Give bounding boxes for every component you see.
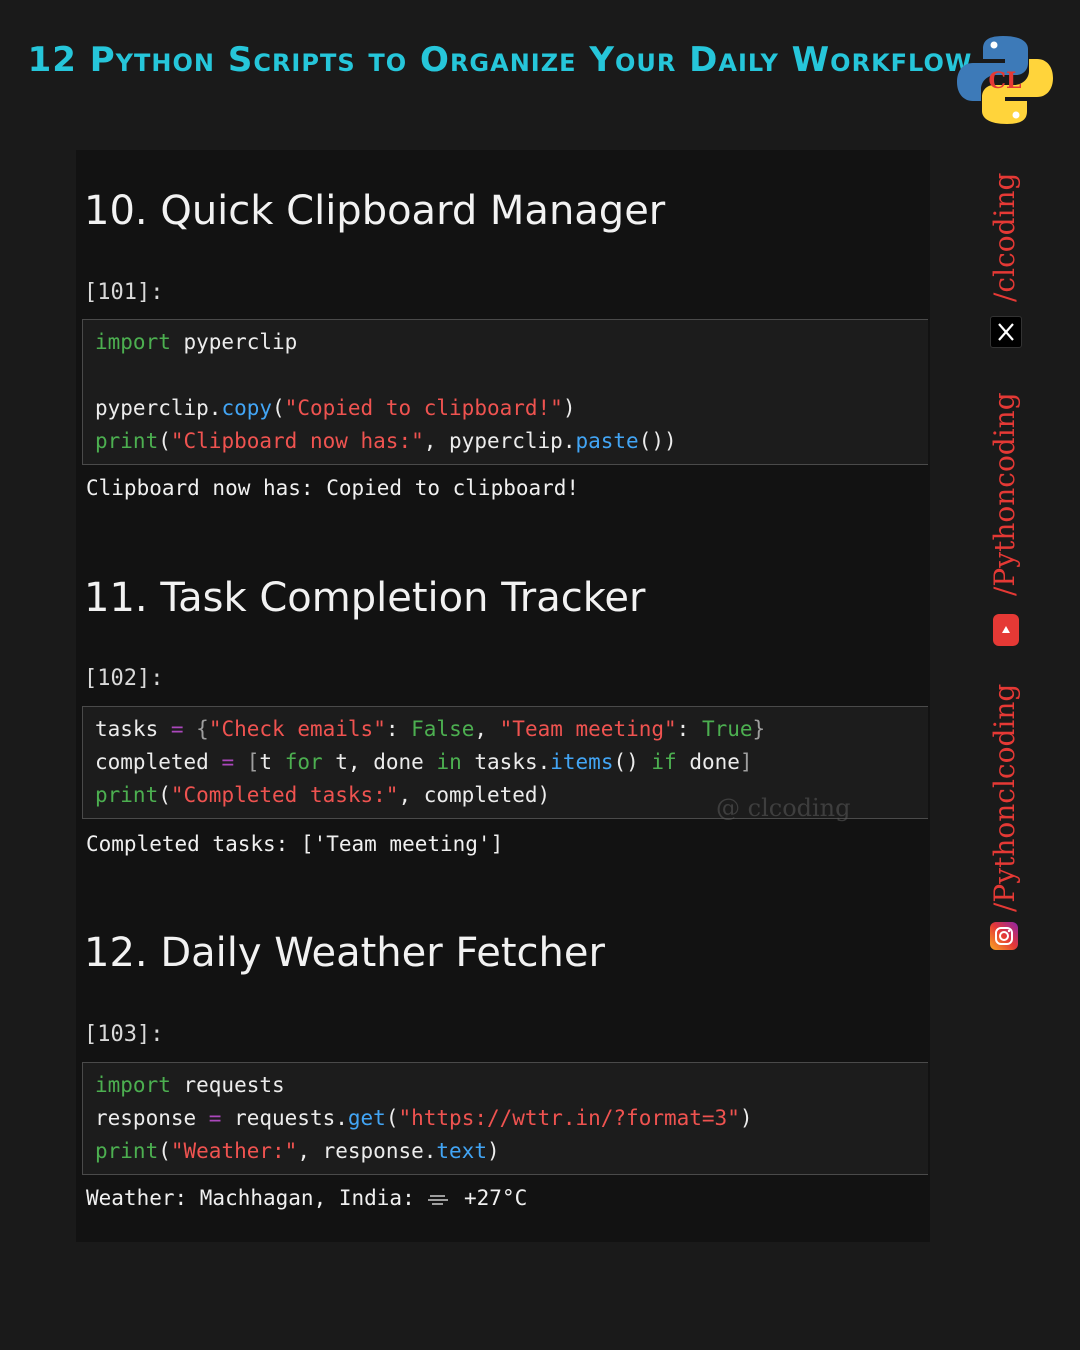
watermark: @ clcoding xyxy=(716,794,851,822)
cell-output-103: Weather: Machhagan, India: +27°C xyxy=(86,1186,528,1210)
code-line: import requests xyxy=(95,1073,285,1097)
notebook-panel: 10. Quick Clipboard Manager [101]: impor… xyxy=(76,150,930,1242)
logo-text: CL xyxy=(989,68,1022,94)
page-title: 12 Python Scripts to Organize Your Daily… xyxy=(27,40,973,80)
cell-prompt-102: [102]: xyxy=(84,666,164,691)
code-cell-101[interactable]: import pyperclip pyperclip.copy("Copied … xyxy=(82,319,928,465)
code-line: print("Clipboard now has:", pyperclip.pa… xyxy=(95,429,677,453)
code-line: tasks = {"Check emails": False, "Team me… xyxy=(95,717,766,741)
cell-output-102: Completed tasks: ['Team meeting'] xyxy=(86,832,504,856)
cell-prompt-101: [101]: xyxy=(84,280,164,305)
instagram-handle[interactable]: /Pythonclcoding xyxy=(988,684,1021,912)
mist-icon xyxy=(428,1195,449,1205)
section-title-11: 11. Task Completion Tracker xyxy=(84,575,646,621)
code-cell-103[interactable]: import requests response = requests.get(… xyxy=(82,1062,928,1175)
python-logo-icon: CL xyxy=(957,36,1053,124)
youtube-handle[interactable]: /Pythoncoding xyxy=(988,392,1021,596)
code-line: pyperclip.copy("Copied to clipboard!") xyxy=(95,396,576,420)
instagram-icon[interactable] xyxy=(990,922,1018,950)
section-title-12: 12. Daily Weather Fetcher xyxy=(84,930,605,976)
code-line: completed = [t for t, done in tasks.item… xyxy=(95,750,753,774)
cell-prompt-103: [103]: xyxy=(84,1022,164,1047)
cell-output-101: Clipboard now has: Copied to clipboard! xyxy=(86,476,580,500)
x-handle[interactable]: /clcoding xyxy=(988,173,1021,302)
section-title-10: 10. Quick Clipboard Manager xyxy=(84,188,666,234)
x-logo-icon[interactable] xyxy=(990,316,1022,348)
code-line: import pyperclip xyxy=(95,330,298,354)
code-line: print("Weather:", response.text) xyxy=(95,1139,500,1163)
youtube-icon[interactable] xyxy=(993,614,1019,646)
code-line: response = requests.get("https://wttr.in… xyxy=(95,1106,753,1130)
